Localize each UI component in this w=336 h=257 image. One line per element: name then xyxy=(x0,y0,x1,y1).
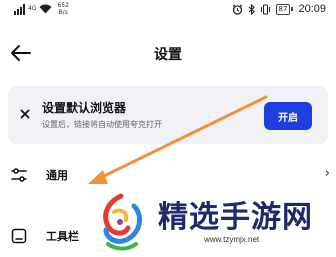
vibrate-icon xyxy=(260,3,270,15)
enable-default-browser-button[interactable]: 开启 xyxy=(264,102,312,130)
watermark: 精选手游网 www.tzymjx.net xyxy=(94,190,336,257)
close-icon xyxy=(20,109,30,119)
status-bar: 4G 652 B/s 87 20:09 xyxy=(0,0,336,22)
toolbar-icon xyxy=(11,228,27,244)
battery-icon xyxy=(291,7,294,11)
bluetooth-icon xyxy=(248,3,255,15)
network-type-label: 4G xyxy=(28,5,37,12)
sliders-icon xyxy=(11,168,27,182)
watermark-name: 精选手游网 xyxy=(158,200,313,235)
status-bar-left: 4G 652 B/s xyxy=(14,2,69,16)
watermark-url: www.tzymjx.net xyxy=(204,235,260,244)
banner-subtitle: 设置后，链接将自动使用夸克打开 xyxy=(42,120,162,129)
signal-icon xyxy=(14,3,25,15)
net-speed-value: 652 xyxy=(57,2,69,9)
banner-title: 设置默认浏览器 xyxy=(42,101,127,115)
watermark-logo xyxy=(103,193,143,251)
chevron-right-icon: › xyxy=(324,166,330,181)
alarm-icon xyxy=(232,4,242,15)
status-bar-right: 87 20:09 xyxy=(232,3,326,15)
page-title: 设置 xyxy=(154,47,182,63)
clock: 20:09 xyxy=(298,3,326,15)
settings-item-label: 通用 xyxy=(46,169,68,182)
settings-item-general[interactable]: 通用 › xyxy=(0,157,336,193)
battery-level: 87 xyxy=(275,3,291,15)
battery-indicator: 87 xyxy=(275,3,294,15)
wifi-icon xyxy=(39,4,52,14)
settings-item-label: 工具栏 xyxy=(46,230,79,243)
net-speed: 652 B/s xyxy=(57,2,68,16)
default-browser-banner: 设置默认浏览器 设置后，链接将自动使用夸克打开 开启 xyxy=(8,86,328,144)
banner-close-button[interactable] xyxy=(18,106,32,120)
net-speed-unit: B/s xyxy=(58,9,68,16)
